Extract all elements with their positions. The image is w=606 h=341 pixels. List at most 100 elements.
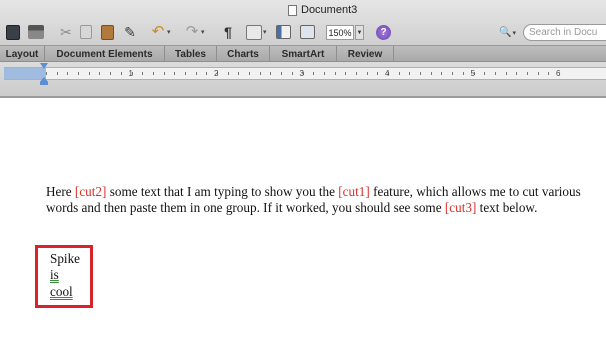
ruler-tick [56, 72, 58, 75]
redo-dropdown-icon: ▾ [201, 29, 205, 36]
ruler-number: 3 [299, 69, 304, 78]
ruler-tick [195, 72, 197, 75]
search-field: 🔍 ▾ [499, 24, 606, 41]
help-button[interactable]: ? [376, 23, 391, 41]
save-button[interactable] [6, 23, 20, 41]
tab-smartart[interactable]: SmartArt [270, 46, 337, 62]
ruler-tick [452, 72, 454, 75]
ruler-tick [505, 72, 507, 75]
text-run: text below. [476, 199, 538, 215]
search-input[interactable] [523, 24, 606, 41]
sidebar-button[interactable] [276, 23, 291, 41]
view-dropdown-icon: ▾ [263, 29, 267, 36]
body-paragraph[interactable]: Here [cut2] some text that I am typing t… [46, 184, 591, 215]
ruler-tick [281, 72, 283, 75]
ruler-tick [249, 72, 251, 75]
ruler-tick [110, 72, 112, 75]
ruler-tick [323, 72, 325, 75]
zoom-field[interactable]: 150% [326, 25, 354, 40]
undo-icon: ↶ [151, 23, 165, 40]
search-dropdown-icon: ▾ [512, 29, 516, 37]
window-titlebar: Document3 ✂ ✎ ↶ ▾ ↷ ▾ ¶ ▾ ? 150% ▼ 🔍 ▾ [0, 0, 606, 45]
ruler-tick [206, 72, 208, 75]
document-icon [288, 4, 297, 16]
ruler-tick [142, 72, 144, 75]
ruler-tick [366, 72, 368, 75]
tab-review[interactable]: Review [337, 46, 394, 62]
tab-document-elements[interactable]: Document Elements [45, 46, 165, 62]
search-menu-button[interactable]: 🔍 ▾ [499, 27, 523, 38]
spike-word: Spike [50, 251, 81, 266]
ruler-tick [163, 72, 165, 75]
ruler-tick [355, 72, 357, 75]
ruler-tick [420, 72, 422, 75]
format-painter-icon: ✎ [124, 24, 136, 40]
cool-word: cool [50, 284, 73, 299]
cut3-marker: [cut3] [444, 199, 477, 215]
cut1-marker: [cut1] [338, 184, 370, 199]
pilcrow-icon: ¶ [224, 24, 232, 40]
undo-button[interactable]: ↶ ▾ [150, 23, 171, 41]
copy-button[interactable] [80, 23, 92, 41]
show-formatting-button[interactable]: ¶ [220, 23, 236, 41]
ruler-number: 4 [385, 69, 390, 78]
ruler-number: 5 [470, 69, 475, 78]
ruler-tick [227, 72, 229, 75]
zoom-dropdown[interactable]: ▼ [355, 25, 364, 40]
is-word: is [50, 267, 59, 282]
ruler-tick [184, 72, 186, 75]
format-painter-button[interactable]: ✎ [122, 23, 138, 41]
ruler-tick [99, 72, 101, 75]
tab-layout[interactable]: Layout [0, 46, 45, 62]
ruler-number: 6 [556, 69, 561, 78]
ruler-tick [152, 72, 154, 75]
paste-icon [101, 24, 114, 40]
print-icon [28, 25, 44, 39]
ruler-number: 2 [214, 69, 219, 78]
cut-button[interactable]: ✂ [58, 23, 74, 41]
ruler-tick [494, 72, 496, 75]
ruler-tick [291, 72, 293, 75]
view-icon [246, 24, 262, 40]
ruler-tick [174, 72, 176, 75]
undo-dropdown-icon: ▾ [167, 29, 171, 36]
tab-charts[interactable]: Charts [217, 46, 270, 62]
redo-button[interactable]: ↷ ▾ [184, 23, 205, 41]
spike-highlight-box: Spike is cool [35, 245, 93, 308]
ruler-tick [313, 72, 315, 75]
ruler-number: 1 [128, 69, 133, 78]
text-run: Here [46, 184, 75, 199]
ribbon-tab-bar: Layout Document Elements Tables Charts S… [0, 45, 606, 62]
horizontal-ruler[interactable]: 1 2 3 4 5 6 [4, 67, 606, 80]
paste-button[interactable] [101, 23, 114, 41]
ruler-tick [67, 72, 69, 75]
ruler-tick [526, 72, 528, 75]
cut2-marker: [cut2] [74, 184, 107, 199]
ruler-tick [88, 72, 90, 75]
ruler-tick [78, 72, 80, 75]
document-page[interactable]: Here [cut2] some text that I am typing t… [0, 98, 606, 341]
ruler-tick [270, 72, 272, 75]
window-title-text: Document3 [301, 4, 358, 16]
ruler-tick [484, 72, 486, 75]
ruler-tick [516, 72, 518, 75]
sidebar-icon [276, 25, 291, 39]
left-indent-icon [40, 77, 48, 85]
text-run: some text that I am typing to show you t… [106, 184, 339, 199]
help-icon: ? [376, 24, 391, 40]
search-icon: 🔍 [499, 27, 512, 38]
ruler-area: 1 2 3 4 5 6 [0, 62, 606, 98]
media-browser-button[interactable] [300, 23, 315, 41]
ruler-tick [548, 72, 550, 75]
ruler-tick [398, 72, 400, 75]
ruler-tick [238, 72, 240, 75]
indent-marker[interactable] [40, 63, 48, 85]
print-button[interactable] [28, 23, 44, 41]
chevron-down-icon: ▼ [356, 29, 363, 36]
first-line-indent-icon [40, 63, 48, 69]
view-button[interactable]: ▾ [246, 23, 267, 41]
tab-tables[interactable]: Tables [165, 46, 217, 62]
ruler-tick [334, 72, 336, 75]
cut-icon: ✂ [60, 24, 72, 40]
ruler-tick [345, 72, 347, 75]
